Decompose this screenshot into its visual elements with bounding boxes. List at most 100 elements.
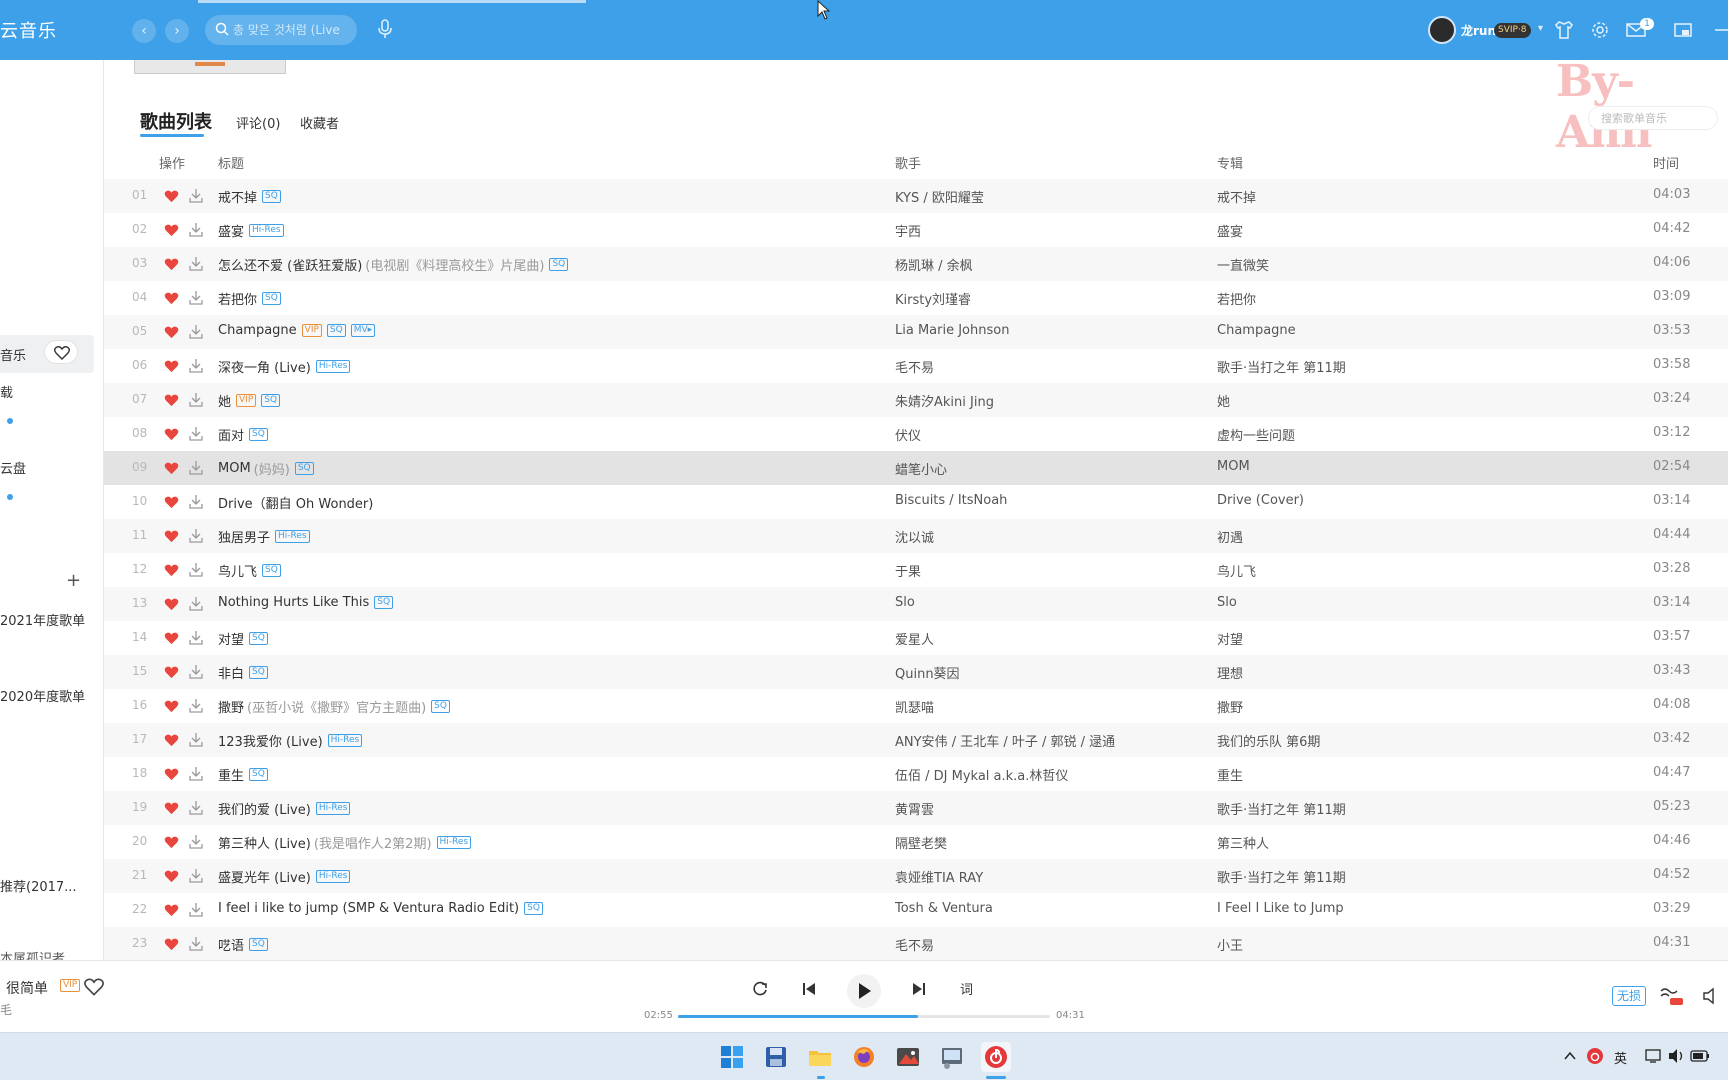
download-icon[interactable]	[188, 833, 204, 850]
table-row[interactable]: 05 Champagne VIP SQ MV▸ Lia Marie Johnson Cham…	[104, 315, 1728, 349]
song-title-cell[interactable]: 面对 SQ	[218, 425, 268, 444]
song-title-cell[interactable]: 第三种人 (Live) (我是唱作人2第2期) Hi-Res	[218, 833, 472, 852]
download-icon[interactable]	[188, 629, 204, 646]
mv-tag[interactable]: MV▸	[350, 324, 376, 337]
song-title-cell[interactable]: 我们的爱 (Live) Hi-Res	[218, 799, 351, 818]
song-album[interactable]: 重生	[1217, 765, 1243, 784]
table-row[interactable]: 07 她 VIP SQ 朱婧汐Akini Jing 她 03:24	[104, 383, 1728, 417]
song-title-cell[interactable]: 深夜一角 (Live) Hi-Res	[218, 357, 351, 376]
tab-collectors[interactable]: 收藏者	[300, 113, 339, 132]
song-title-cell[interactable]: I feel i like to jump (SMP & Ventura Rad…	[218, 901, 543, 916]
screenshot-tool-icon[interactable]	[893, 1042, 923, 1072]
liked-heart-icon[interactable]	[164, 699, 179, 713]
song-title-cell[interactable]: 重生 SQ	[218, 765, 268, 784]
song-album[interactable]: 撒野	[1217, 697, 1243, 716]
song-album[interactable]: 理想	[1217, 663, 1243, 682]
sidebar-item-playlist-2020[interactable]: 2020年度歌单	[0, 686, 85, 705]
liked-heart-icon[interactable]	[164, 291, 179, 305]
forward-button[interactable]: ›	[165, 19, 189, 43]
settings-gear-icon[interactable]	[1589, 19, 1611, 41]
liked-heart-icon[interactable]	[164, 563, 179, 577]
table-row[interactable]: 19 我们的爱 (Live) Hi-Res 黄霄雲 歌手·当打之年 第11期 05:23	[104, 791, 1728, 825]
download-icon[interactable]	[188, 425, 204, 442]
song-title[interactable]: 对望	[218, 633, 244, 648]
song-title[interactable]: Champagne	[218, 323, 297, 338]
liked-heart-icon[interactable]	[164, 597, 179, 611]
song-title-cell[interactable]: 若把你 SQ	[218, 289, 281, 308]
download-icon[interactable]	[188, 697, 204, 714]
sidebar-item-playlist-2021[interactable]: 2021年度歌单	[0, 610, 85, 629]
table-row[interactable]: 17 123我爱你 (Live) Hi-Res ANY安伟 / 王北车 / 叶子 / …	[104, 723, 1728, 757]
download-icon[interactable]	[188, 867, 204, 884]
song-artist[interactable]: 凯瑟喵	[895, 697, 934, 716]
song-artist[interactable]: KYS / 欧阳耀莹	[895, 187, 984, 206]
song-title[interactable]: 她	[218, 395, 231, 410]
table-row[interactable]: 06 深夜一角 (Live) Hi-Res 毛不易 歌手·当打之年 第11期 03:58	[104, 349, 1728, 383]
song-title[interactable]: 若把你	[218, 293, 257, 308]
play-button[interactable]	[847, 974, 881, 1008]
table-row[interactable]: 16 撒野 (巫哲小说《撒野》官方主题曲) SQ 凯瑟喵 撒野 04:08	[104, 689, 1728, 723]
battery-icon[interactable]	[1690, 1050, 1710, 1062]
table-row[interactable]: 23 呓语 SQ 毛不易 小王 04:31	[104, 927, 1728, 960]
table-row[interactable]: 09 MOM (妈妈) SQ 蜡笔小心 MOM 02:54	[104, 451, 1728, 485]
audio-quality-button[interactable]: 无损	[1612, 986, 1647, 1006]
song-album[interactable]: 小王	[1217, 935, 1243, 954]
song-title-cell[interactable]: 对望 SQ	[218, 629, 268, 648]
liked-heart-icon[interactable]	[164, 189, 179, 203]
playlist-search-input[interactable]	[1601, 110, 1711, 126]
search-box[interactable]	[205, 15, 357, 45]
download-icon[interactable]	[188, 187, 204, 204]
liked-heart-icon[interactable]	[164, 869, 179, 883]
song-title[interactable]: 123我爱你 (Live)	[218, 735, 323, 750]
minimize-icon[interactable]	[1712, 19, 1728, 41]
song-album[interactable]: 歌手·当打之年 第11期	[1217, 799, 1346, 818]
song-album[interactable]: 若把你	[1217, 289, 1256, 308]
liked-heart-icon[interactable]	[164, 325, 179, 339]
song-title[interactable]: MOM	[218, 461, 251, 476]
song-album[interactable]: Drive (Cover)	[1217, 493, 1304, 508]
volume-icon[interactable]	[1702, 987, 1720, 1005]
song-title[interactable]: I feel i like to jump (SMP & Ventura Rad…	[218, 901, 519, 916]
sidebar-item-cloud-disk[interactable]: 云盘	[0, 458, 26, 477]
song-title-cell[interactable]: 独居男子 Hi-Res	[218, 527, 310, 546]
download-icon[interactable]	[188, 527, 204, 544]
song-title-cell[interactable]: 她 VIP SQ	[218, 391, 281, 410]
table-row[interactable]: 14 对望 SQ 爱星人 对望 03:57	[104, 621, 1728, 655]
song-title[interactable]: 鸟儿飞	[218, 565, 257, 580]
sidebar-item-partial[interactable]: 本属孤识者	[0, 948, 65, 960]
table-row[interactable]: 02 盛宴 Hi-Res 宇西 盛宴 04:42	[104, 213, 1728, 247]
song-album[interactable]: 歌手·当打之年 第11期	[1217, 357, 1346, 376]
liked-heart-icon[interactable]	[164, 359, 179, 373]
song-title-cell[interactable]: Drive（翻自 Oh Wonder)	[218, 493, 373, 512]
save-disk-app-icon[interactable]	[761, 1042, 791, 1072]
tab-comments[interactable]: 评论(0)	[236, 113, 280, 132]
download-icon[interactable]	[188, 357, 204, 374]
download-icon[interactable]	[188, 595, 204, 612]
table-row[interactable]: 04 若把你 SQ Kirsty刘瑾睿 若把你 03:09	[104, 281, 1728, 315]
netease-tray-icon[interactable]	[1586, 1047, 1604, 1065]
column-header-time[interactable]: 时间	[1653, 153, 1679, 172]
song-artist[interactable]: 伍佰 / DJ Mykal a.k.a.林哲仪	[895, 765, 1068, 784]
song-title[interactable]: 戒不掉	[218, 191, 257, 206]
liked-heart-icon[interactable]	[164, 631, 179, 645]
song-title[interactable]: Drive（翻自 Oh Wonder)	[218, 497, 373, 512]
song-title[interactable]: 盛夏光年 (Live)	[218, 871, 311, 886]
table-row[interactable]: 03 怎么还不爱 (雀跃狂爱版) (电视剧《料理高校生》片尾曲) SQ 杨凯琳 / 余枫…	[104, 247, 1728, 281]
song-artist[interactable]: Kirsty刘瑾睿	[895, 289, 971, 308]
song-album[interactable]: 第三种人	[1217, 833, 1269, 852]
column-header-title[interactable]: 标题	[218, 153, 244, 172]
song-artist[interactable]: 黄霄雲	[895, 799, 934, 818]
song-title[interactable]: 怎么还不爱 (雀跃狂爱版)	[218, 259, 362, 274]
liked-heart-icon[interactable]	[164, 393, 179, 407]
lyrics-button[interactable]: 词	[960, 979, 973, 998]
liked-heart-icon[interactable]	[164, 495, 179, 509]
table-row[interactable]: 13 Nothing Hurts Like This SQ Slo Slo 03:14	[104, 587, 1728, 621]
song-artist[interactable]: Tosh & Ventura	[895, 901, 993, 916]
song-artist[interactable]: 袁娅维TIA RAY	[895, 867, 983, 886]
liked-heart-icon[interactable]	[164, 801, 179, 815]
download-icon[interactable]	[188, 935, 204, 952]
song-title-cell[interactable]: 非白 SQ	[218, 663, 268, 682]
song-title-cell[interactable]: 盛夏光年 (Live) Hi-Res	[218, 867, 351, 886]
song-title[interactable]: 面对	[218, 429, 244, 444]
table-row[interactable]: 21 盛夏光年 (Live) Hi-Res 袁娅维TIA RAY 歌手·当打之年 第11…	[104, 859, 1728, 893]
